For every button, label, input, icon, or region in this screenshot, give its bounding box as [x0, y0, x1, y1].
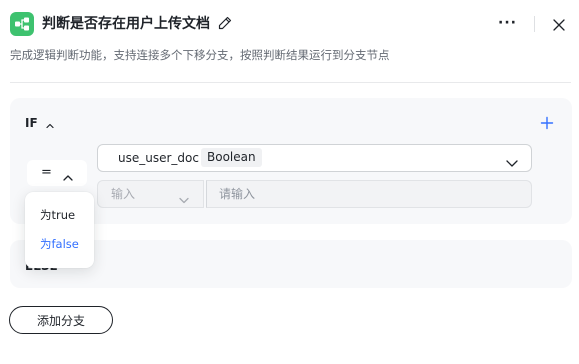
variable-name: use_user_doc	[118, 151, 199, 165]
operator-dropdown: 为true 为false	[25, 192, 94, 268]
else-branch-card	[10, 240, 572, 288]
variable-select[interactable]: use_user_doc Boolean	[97, 144, 532, 172]
chevron-down-icon	[505, 153, 519, 167]
node-description: 完成逻辑判断功能，支持连接多个下移分支，按照判断结果运行到分支节点	[10, 48, 390, 62]
page-title: 判断是否存在用户上传文档	[42, 16, 210, 32]
chevron-down-icon	[178, 190, 190, 204]
if-branch-label: IF	[25, 116, 38, 130]
operator-select[interactable]: =	[27, 160, 87, 186]
operator-value: =	[41, 165, 52, 180]
pencil-icon[interactable]	[217, 15, 233, 31]
add-branch-button[interactable]: 添加分支	[9, 306, 113, 334]
dropdown-option-true[interactable]: 为true	[40, 208, 75, 222]
value-source-label: 输入	[111, 187, 136, 201]
section-divider	[10, 82, 571, 83]
chevron-up-icon[interactable]	[44, 117, 56, 129]
value-source-select[interactable]: 输入	[97, 180, 204, 208]
variable-type-badge: Boolean	[201, 148, 262, 167]
more-icon[interactable]: ···	[498, 16, 518, 32]
add-condition-icon[interactable]	[540, 115, 554, 130]
close-icon[interactable]	[552, 17, 566, 31]
condition-value-input[interactable]	[206, 180, 532, 208]
branch-node-icon	[10, 12, 34, 36]
header-divider	[534, 16, 535, 32]
chevron-up-icon	[62, 168, 74, 181]
dropdown-option-false[interactable]: 为false	[40, 237, 79, 251]
